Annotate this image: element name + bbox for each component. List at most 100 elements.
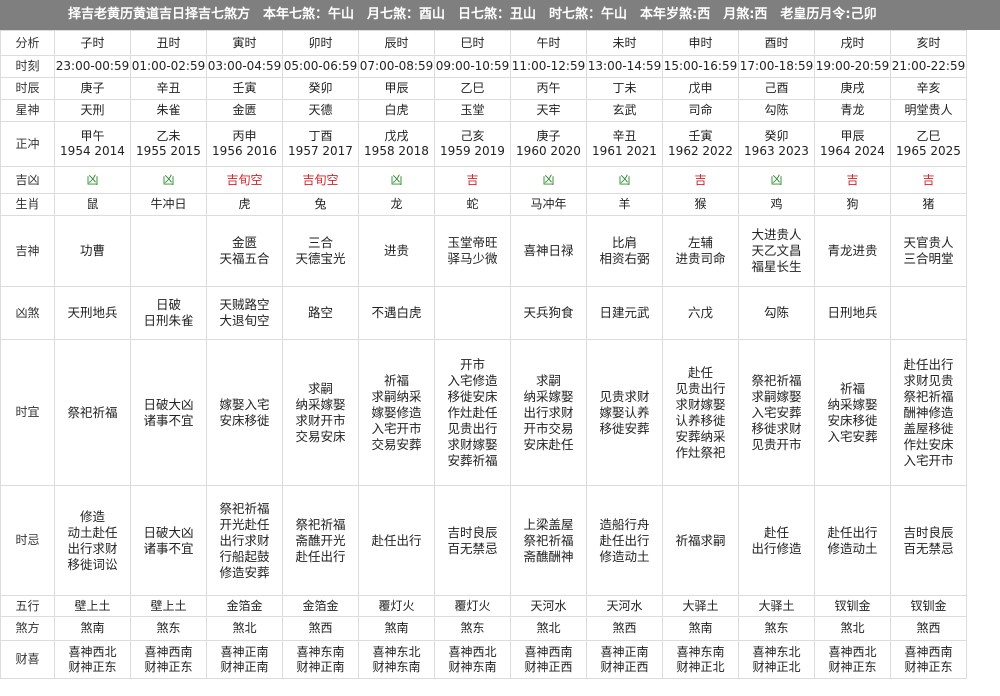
cell-shichen: 辛丑 [130, 77, 207, 100]
cell-zhengchong: 辛丑 1961 2021 [586, 121, 663, 167]
cell-text: 庚戌 [840, 81, 865, 95]
cell-text: 见贵求财 嫁娶认养 移徙安葬 [599, 388, 650, 436]
cell-text: 己酉 [764, 81, 789, 95]
cell-shiji: 造船行舟 赴任出行 修造动土 [586, 485, 663, 596]
cell-shengxiao: 牛冲日 [130, 193, 207, 216]
cell-text: 三合 天德宝光 [295, 235, 346, 266]
row-caixi: 财喜 喜神西北 财神正东 喜神西南 财神正东 喜神正南 财神正南 喜神东南 财神正南 喜神… [0, 640, 967, 679]
cell-jishen: 进贵 [358, 215, 435, 287]
cell-shengxiao: 蛇 [434, 193, 511, 216]
row-label-caixi: 财喜 [0, 640, 55, 679]
cell-shafang: 煞北 [510, 616, 587, 641]
cell-fenxi: 午时 [510, 30, 587, 56]
cell-text: 金匮 天福五合 [219, 235, 270, 266]
cell-shafang: 煞东 [738, 616, 815, 641]
cell-fenxi: 卯时 [282, 30, 359, 56]
cell-shafang: 煞南 [662, 616, 739, 641]
cell-text: 喜神正南 财神正西 [600, 644, 649, 674]
cell-text: 巳时 [460, 35, 485, 50]
cell-zhengchong: 癸卯 1963 2023 [738, 121, 815, 167]
cell-shiyi: 祈福 纳采嫁娶 安床移徙 入宅安葬 [814, 339, 891, 486]
row-zhengchong: 正冲 甲午 1954 2014 乙未 1955 2015 丙申 1956 2016 丁酉… [0, 121, 967, 167]
cell-xingshen: 司命 [662, 99, 739, 122]
cell-jishen: 天官贵人 三合明堂 [890, 215, 967, 287]
cell-shike: 01:00-02:59 [130, 55, 207, 78]
cell-text: 煞西 [916, 621, 941, 635]
cell-text: 卯时 [308, 35, 333, 50]
cell-text: 凶 [390, 172, 403, 187]
cell-zhengchong: 己亥 1959 2019 [434, 121, 511, 167]
cell-fenxi: 申时 [662, 30, 739, 56]
cell-text: 虎 [238, 197, 251, 211]
cell-xingshen: 金匮 [206, 99, 283, 122]
cell-text: 六戊 [687, 305, 713, 320]
cell-text: 开市 入宅修造 移徙安床 作灶赴任 见贵出行 求财嫁娶 安葬祈福 [447, 356, 498, 468]
cell-wuxing: 天河水 [510, 595, 587, 617]
cell-shichen: 癸卯 [282, 77, 359, 100]
cell-jishen: 喜神日禄 [510, 215, 587, 287]
cell-text: 凶 [770, 172, 783, 187]
cell-text: 喜神西南 财神正东 [904, 644, 953, 674]
cell-text: 吉时良辰 百无禁忌 [903, 524, 954, 556]
row-shiji: 时忌 修造 动土赴任 出行求财 移徙词讼 日破大凶 诸事不宜 祭祀祈福 开光赴任 出行… [0, 485, 967, 596]
cell-text: 覆灯火 [454, 598, 491, 613]
cell-text: 求嗣 纳采嫁娶 求财开市 交易安床 [295, 380, 346, 444]
cell-shichen: 甲辰 [358, 77, 435, 100]
cell-zhengchong: 庚子 1960 2020 [510, 121, 587, 167]
cell-text: 癸卯 1963 2023 [744, 129, 809, 158]
cell-wuxing: 覆灯火 [434, 595, 511, 617]
cell-caixi: 喜神西南 财神正东 [890, 640, 967, 679]
cell-fenxi: 寅时 [206, 30, 283, 56]
cell-text: 修造 动土赴任 出行求财 移徙词讼 [67, 508, 118, 572]
cell-shike: 19:00-20:59 [814, 55, 891, 78]
cell-text: 11:00-12:59 [511, 59, 586, 73]
cell-zhengchong: 戊戌 1958 2018 [358, 121, 435, 167]
cell-xiongsha: 天贼路空 大退旬空 [206, 286, 283, 340]
cell-text: 壬寅 1962 2022 [668, 129, 733, 158]
cell-text: 煞南 [688, 621, 713, 635]
cell-text: 07:00-08:59 [359, 59, 434, 73]
cell-jishen [130, 215, 207, 287]
row-label-jishen: 吉神 [0, 215, 55, 287]
cell-text: 日破 日刑朱雀 [143, 297, 194, 328]
cell-text: 青龙 [840, 103, 865, 117]
cell-text: 日破大凶 诸事不宜 [143, 524, 194, 556]
cell-shike: 21:00-22:59 [890, 55, 967, 78]
cell-xiongsha: 不遇白虎 [358, 286, 435, 340]
cell-text: 煞北 [840, 621, 865, 635]
row-shiyi: 时宜 祭祀祈福 日破大凶 诸事不宜 嫁娶入宅 安床移徙 求嗣 纳采嫁娶 求财开市 交易安… [0, 339, 967, 486]
cell-shafang: 煞南 [54, 616, 131, 641]
cell-shiyi: 祭祀祈福 求嗣嫁娶 入宅安葬 移徙求财 见贵开市 [738, 339, 815, 486]
cell-shike: 07:00-08:59 [358, 55, 435, 78]
cell-text: 凶 [618, 172, 631, 187]
cell-shike: 15:00-16:59 [662, 55, 739, 78]
cell-text: 煞东 [156, 621, 181, 635]
cell-xiongsha: 路空 [282, 286, 359, 340]
cell-text: 明堂贵人 [904, 103, 953, 117]
almanac-table: 分析 子时 丑时 寅时 卯时 辰时 巳时 午时 未时 申时 酉时 戌时 亥时 时刻 23:00-00:59 0… [0, 30, 967, 679]
cell-shike: 11:00-12:59 [510, 55, 587, 78]
row-label-shiji: 时忌 [0, 485, 55, 596]
row-label-zhengchong: 正冲 [0, 121, 55, 167]
cell-jishen: 金匮 天福五合 [206, 215, 283, 287]
cell-text: 日建元武 [599, 305, 650, 320]
cell-shafang: 煞西 [890, 616, 967, 641]
cell-caixi: 喜神西南 财神正西 [510, 640, 587, 679]
cell-text: 戊戌 1958 2018 [364, 129, 429, 158]
cell-shiji: 修造 动土赴任 出行求财 移徙词讼 [54, 485, 131, 596]
row-label-shengxiao: 生肖 [0, 193, 55, 216]
cell-text: 煞西 [308, 621, 333, 635]
cell-text: 祈福 求嗣纳采 嫁娶修造 入宅开市 交易安葬 [371, 372, 422, 452]
cell-text: 日刑地兵 [827, 305, 878, 320]
cell-shiji: 赴任出行 修造动土 [814, 485, 891, 596]
cell-text: 煞西 [612, 621, 637, 635]
cell-text: 祈福 纳采嫁娶 安床移徙 入宅安葬 [827, 380, 878, 444]
cell-text: 勾陈 [764, 103, 789, 117]
cell-wuxing: 大驿土 [738, 595, 815, 617]
cell-text: 庚子 [80, 81, 105, 95]
cell-text: 丑时 [156, 35, 181, 50]
cell-text: 甲辰 [384, 81, 409, 95]
cell-text: 牛冲日 [150, 197, 187, 211]
row-jixiong: 吉凶凶凶吉旬空 吉旬空凶吉凶凶吉凶吉吉 [0, 166, 967, 194]
cell-text: 未时 [612, 35, 637, 50]
